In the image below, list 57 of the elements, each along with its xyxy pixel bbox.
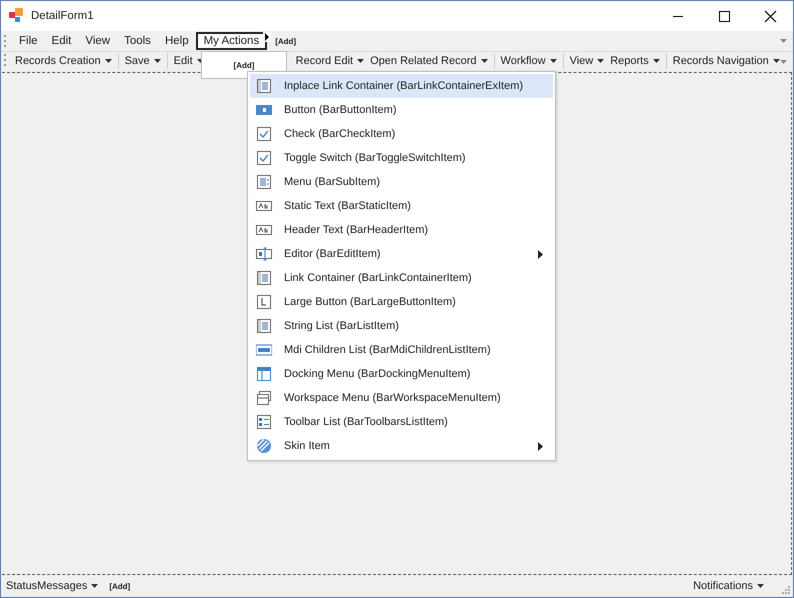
menu-item[interactable]: Static Text (BarStaticItem) [250, 194, 554, 218]
status-dropdown[interactable]: StatusMessages [3, 578, 102, 594]
list-icon [256, 414, 272, 430]
menu-item[interactable]: View [78, 33, 118, 49]
menu-item[interactable]: Docking Menu (BarDockingMenuItem) [250, 362, 554, 386]
menu-item[interactable]: Mdi Children List (BarMdiChildrenListItem) [250, 338, 554, 362]
add-link[interactable]: [Add] [109, 582, 130, 590]
menu-item[interactable]: Header Text (BarHeaderItem) [250, 218, 554, 242]
grip-icon[interactable] [4, 34, 7, 48]
button-icon [256, 102, 272, 118]
menu-item[interactable]: Button (BarButtonItem) [250, 98, 554, 122]
text-icon [256, 222, 272, 238]
add-link[interactable]: [Add] [234, 60, 254, 70]
add-link[interactable]: [Add] [275, 36, 296, 46]
windows-icon [256, 390, 272, 406]
menu-item[interactable]: Menu (BarSubItem) [250, 170, 554, 194]
menu-item[interactable]: Inplace Link Container (BarLinkContainerExItem) [250, 74, 554, 98]
menu-item[interactable]: Workspace Menu (BarWorkspaceMenuItem) [250, 386, 554, 410]
status-dropdown[interactable]: Notifications [690, 578, 767, 594]
stripes-icon [256, 438, 272, 454]
toolbar-dropdown[interactable]: Records Creation [12, 53, 115, 69]
text-icon [256, 198, 272, 214]
menu-item[interactable]: Editor (BarEditItem) [250, 242, 554, 266]
checkbox-icon [256, 126, 272, 142]
menu-item[interactable]: Help [158, 33, 196, 49]
menu-item[interactable]: Large Button (BarLargeButtonItem) [250, 290, 554, 314]
toolbar-dropdown[interactable]: View [566, 53, 608, 69]
app-icon [9, 8, 25, 24]
customize-icon[interactable] [780, 60, 788, 65]
mdi-icon [256, 342, 272, 358]
menu-item[interactable]: File [12, 33, 45, 49]
window-icon [256, 366, 272, 382]
letter-icon [256, 294, 272, 310]
toolbar-dropdown[interactable]: Workflow [498, 53, 560, 69]
list-icon [256, 78, 272, 94]
list-icon [256, 318, 272, 334]
checkbox-icon [256, 150, 272, 166]
menu-item[interactable]: Tools [117, 33, 158, 49]
toolbar-dropdown[interactable]: Reports [607, 53, 663, 69]
toolbar-dropdown[interactable]: Open Related Record [367, 53, 491, 69]
list-icon [256, 270, 272, 286]
menu-item[interactable]: Link Container (BarLinkContainerItem) [250, 266, 554, 290]
customize-icon[interactable] [780, 39, 788, 44]
menu-item[interactable]: Check (BarCheckItem) [250, 122, 554, 146]
toolbar-dropdown[interactable]: Save [122, 53, 164, 69]
window-title: DetailForm1 [31, 10, 95, 22]
menu-item[interactable]: Edit [44, 33, 78, 49]
menu-item[interactable]: Skin Item [250, 434, 554, 458]
menu-icon [256, 174, 272, 190]
toolbar-dropdown[interactable]: Records Navigation [670, 53, 783, 69]
toolbar-dropdown[interactable]: Record Edit [292, 53, 368, 69]
menu-item[interactable]: String List (BarListItem) [250, 314, 554, 338]
menu-item[interactable]: Toggle Switch (BarToggleSwitchItem) [250, 146, 554, 170]
editor-icon [256, 246, 272, 262]
grip-icon[interactable] [4, 53, 7, 67]
size-grip-icon[interactable] [781, 585, 791, 595]
menu-item[interactable]: Toolbar List (BarToolbarsListItem) [250, 410, 554, 434]
